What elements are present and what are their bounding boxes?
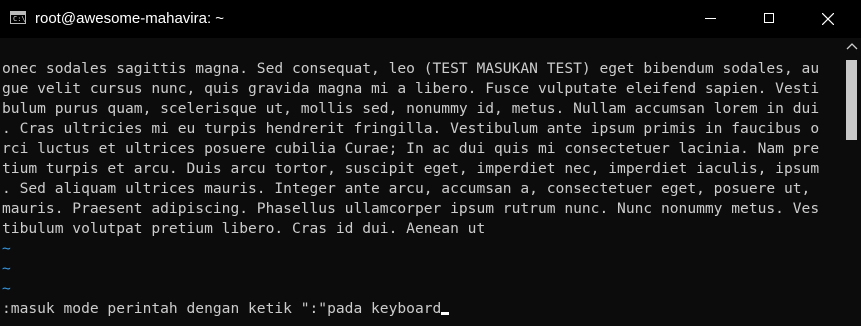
terminal-line: . Cras ultricies mi eu turpis hendrerit … xyxy=(2,120,820,137)
text-cursor xyxy=(441,312,450,315)
command-text: :masuk mode perintah dengan ketik ":"pad… xyxy=(2,300,442,317)
terminal-icon-glyph: C:\ xyxy=(13,15,26,23)
terminal-window: C:\ root@awesome-mahavira: ~ onec sodale… xyxy=(0,0,861,326)
empty-line-tilde: ~ xyxy=(2,260,11,277)
scrollbar-thumb[interactable] xyxy=(846,60,857,140)
scroll-up-icon[interactable] xyxy=(844,41,860,51)
terminal-line: rci luctus et ultrices posuere cubilia C… xyxy=(2,140,820,157)
terminal-line: mauris. Praesent adipiscing. Phasellus u… xyxy=(2,200,820,217)
terminal-line: bulum purus quam, scelerisque ut, mollis… xyxy=(2,100,820,117)
terminal-output[interactable]: onec sodales sagittis magna. Sed consequ… xyxy=(0,38,843,326)
terminal-icon[interactable]: C:\ xyxy=(10,11,26,24)
minimize-button[interactable] xyxy=(676,0,722,38)
terminal-line: tium turpis et arcu. Duis arcu tortor, s… xyxy=(2,160,820,177)
terminal-line: gue velit cursus nunc, quis gravida magn… xyxy=(2,80,820,97)
terminal-line: tibulum volutpat pretium libero. Cras id… xyxy=(2,220,486,237)
terminal-line: . Sed aliquam ultrices mauris. Integer a… xyxy=(2,180,820,197)
maximize-button[interactable] xyxy=(745,0,791,38)
title-bar[interactable]: C:\ root@awesome-mahavira: ~ xyxy=(0,0,861,38)
terminal-line: onec sodales sagittis magna. Sed consequ… xyxy=(2,60,820,77)
close-icon xyxy=(822,13,834,25)
empty-line-tilde: ~ xyxy=(2,240,11,257)
command-line[interactable]: :masuk mode perintah dengan ketik ":"pad… xyxy=(2,299,450,319)
window-title: root@awesome-mahavira: ~ xyxy=(35,10,225,27)
close-button[interactable] xyxy=(804,0,850,38)
empty-line-tilde: ~ xyxy=(2,280,11,297)
